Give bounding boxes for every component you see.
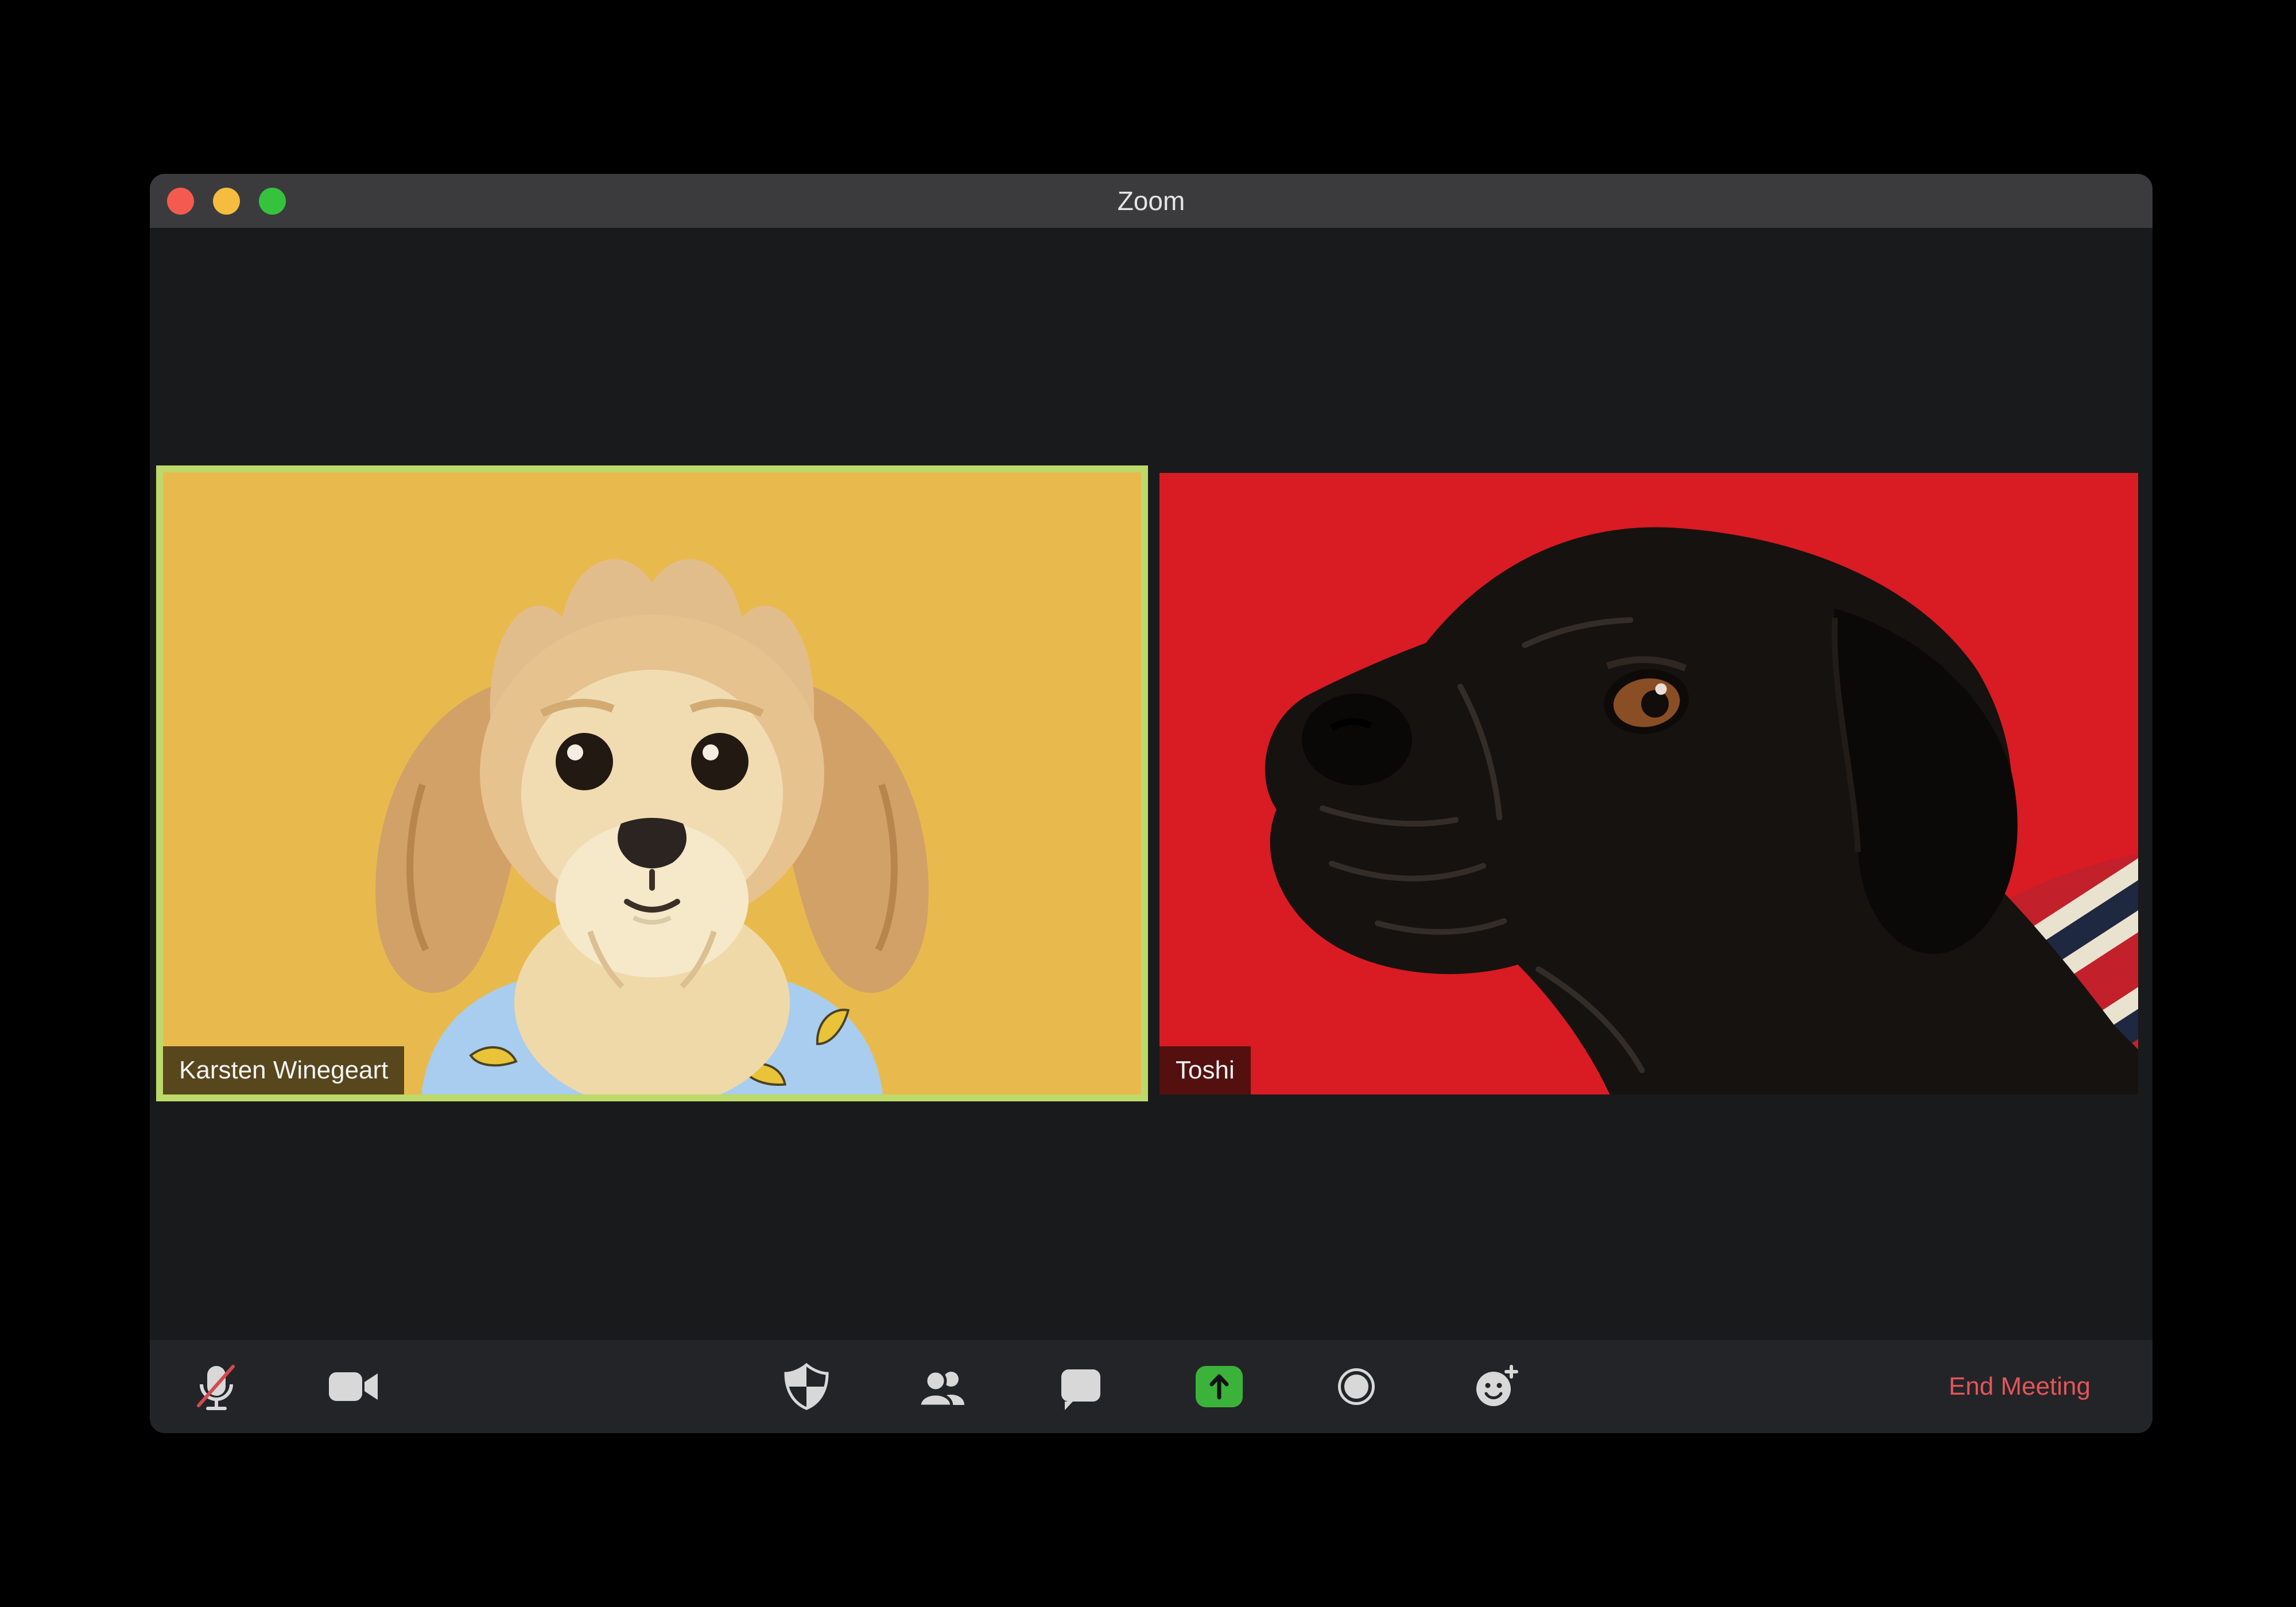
participant-name-label: Toshi bbox=[1159, 1046, 1251, 1094]
chat-button[interactable] bbox=[1049, 1354, 1113, 1419]
record-button[interactable] bbox=[1324, 1354, 1389, 1419]
share-screen-button[interactable] bbox=[1187, 1354, 1251, 1419]
participants-icon bbox=[918, 1369, 964, 1408]
window-titlebar: Zoom bbox=[150, 174, 2152, 228]
security-button[interactable] bbox=[774, 1354, 839, 1419]
video-button[interactable] bbox=[321, 1354, 385, 1419]
meeting-toolbar: End Meeting bbox=[150, 1340, 2152, 1433]
desktop-background: Zoom Karsten Winegeart Toshi End Meeting bbox=[0, 0, 2296, 1607]
dog-video-karsten bbox=[163, 472, 1141, 1094]
security-shield-icon bbox=[784, 1363, 829, 1410]
video-camera-icon bbox=[329, 1372, 378, 1401]
dog-video-toshi bbox=[1159, 473, 2138, 1094]
traffic-lights bbox=[167, 174, 286, 228]
reactions-button[interactable] bbox=[1463, 1354, 1527, 1419]
participant-name-label: Karsten Winegeart bbox=[163, 1046, 405, 1094]
window-title: Zoom bbox=[1117, 186, 1185, 216]
video-stage: Karsten Winegeart Toshi bbox=[150, 228, 2152, 1340]
video-tile-karsten[interactable]: Karsten Winegeart bbox=[156, 465, 1148, 1101]
mic-off-icon bbox=[197, 1365, 235, 1410]
zoom-window: Zoom Karsten Winegeart Toshi End Meeting bbox=[150, 174, 2152, 1433]
reactions-icon bbox=[1476, 1365, 1518, 1406]
participant-name: Toshi bbox=[1176, 1056, 1235, 1084]
record-icon bbox=[1338, 1368, 1375, 1405]
video-tile-toshi[interactable]: Toshi bbox=[1159, 473, 2138, 1094]
participant-name: Karsten Winegeart bbox=[179, 1056, 389, 1084]
chat-icon bbox=[1061, 1369, 1100, 1410]
share-screen-icon bbox=[1196, 1366, 1243, 1407]
minimize-button[interactable] bbox=[213, 187, 240, 215]
fullscreen-button[interactable] bbox=[259, 187, 286, 215]
mute-button[interactable] bbox=[184, 1354, 249, 1419]
participants-button[interactable] bbox=[910, 1354, 975, 1419]
end-meeting-button[interactable]: End Meeting bbox=[1949, 1372, 2091, 1401]
close-button[interactable] bbox=[167, 187, 194, 215]
